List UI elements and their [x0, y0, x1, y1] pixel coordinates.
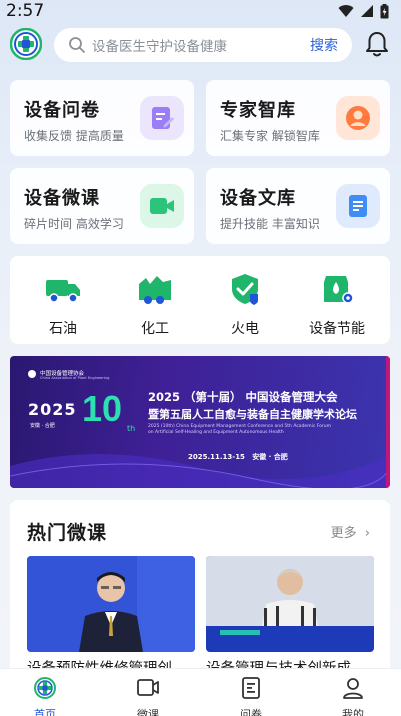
- card-title: 专家智库: [220, 100, 296, 121]
- card-questionnaire[interactable]: 设备问卷 收集反馈 提高质量: [10, 80, 194, 156]
- tab-questionnaire[interactable]: 问卷: [221, 677, 281, 716]
- card-title: 设备问卷: [24, 100, 100, 121]
- wifi-icon: [338, 5, 354, 18]
- course-thumbnail[interactable]: [206, 556, 374, 652]
- banner-year-mark: 2025: [28, 400, 77, 419]
- tab-label: 我的: [342, 708, 364, 716]
- category-chemical[interactable]: 化工: [120, 272, 190, 338]
- factory-icon: [139, 276, 171, 304]
- energy-gear-icon: [324, 276, 354, 304]
- questionnaire-icon: [242, 677, 260, 699]
- video-icon: [140, 184, 184, 228]
- status-time: 2:57: [6, 1, 45, 21]
- search-bar[interactable]: 设备医生守护设备健康 搜索: [54, 28, 352, 62]
- bottom-tab-bar: 首页 微课 问卷 我的: [0, 668, 401, 716]
- course-thumbnail[interactable]: [27, 556, 195, 652]
- document-icon: [336, 184, 380, 228]
- tab-home[interactable]: 首页: [15, 677, 75, 716]
- status-icons: [338, 3, 389, 19]
- banner-en-1: 2025 (10th) China Equipment Management C…: [148, 424, 331, 429]
- category-panel: 石油 化工 火电 设备节能: [10, 256, 390, 344]
- tab-profile[interactable]: 我的: [323, 677, 383, 716]
- home-icon: [34, 677, 56, 699]
- truck-icon: [46, 280, 80, 303]
- tab-label: 首页: [34, 708, 56, 716]
- more-link[interactable]: 更多 ›: [331, 522, 370, 541]
- user-icon: [343, 678, 363, 699]
- category-label: 设备节能: [309, 321, 365, 337]
- more-label: 更多: [330, 526, 357, 541]
- shield-bolt-icon: [232, 274, 258, 305]
- banner-title-2: 暨第五届人工自愈与装备自主健康学术论坛: [148, 408, 357, 421]
- card-title: 设备文库: [220, 188, 296, 209]
- expert-icon: [336, 96, 380, 140]
- banner-tenth-suffix: th: [127, 424, 136, 433]
- bell-icon[interactable]: [364, 30, 390, 58]
- category-petroleum[interactable]: 石油: [28, 272, 98, 338]
- app-logo[interactable]: [10, 28, 42, 60]
- conference-banner[interactable]: 中国设备管理协会 China Association of Plant Engi…: [10, 356, 390, 488]
- video-icon: [137, 679, 159, 696]
- questionnaire-icon: [140, 96, 184, 140]
- category-label: 石油: [49, 321, 77, 337]
- tab-label: 问卷: [240, 708, 262, 716]
- banner-date-tag: 安徽 · 合肥: [30, 423, 55, 429]
- card-subtitle: 收集反馈 提高质量: [24, 129, 124, 143]
- section-title: 热门微课: [27, 522, 108, 544]
- top-bar: 设备医生守护设备健康 搜索: [0, 26, 401, 64]
- speaker-podium: [206, 556, 374, 652]
- banner-org-en: China Association of Plant Engineering: [40, 376, 110, 380]
- card-library[interactable]: 设备文库 提升技能 丰富知识: [206, 168, 390, 244]
- card-microcourse[interactable]: 设备微课 碎片时间 高效学习: [10, 168, 194, 244]
- tab-microcourse[interactable]: 微课: [118, 677, 178, 716]
- tab-label: 微课: [137, 708, 159, 716]
- card-subtitle: 碎片时间 高效学习: [24, 217, 124, 231]
- category-thermal-power[interactable]: 火电: [210, 272, 280, 338]
- search-button[interactable]: 搜索: [310, 35, 338, 55]
- battery-icon: [380, 3, 389, 18]
- signal-icon: [361, 5, 373, 17]
- card-title: 设备微课: [24, 188, 100, 209]
- status-bar: 2:57: [0, 0, 401, 22]
- card-subtitle: 提升技能 丰富知识: [220, 217, 320, 231]
- banner-en-2: on Artificial Self-Healing and Equipment…: [148, 430, 284, 435]
- search-icon: [69, 37, 85, 53]
- speaker-portrait: [27, 556, 195, 652]
- banner-tenth: 10: [82, 388, 123, 429]
- chevron-right-icon: ›: [364, 526, 370, 541]
- category-energy-saving[interactable]: 设备节能: [302, 272, 372, 338]
- card-expert[interactable]: 专家智库 汇集专家 解锁智库: [206, 80, 390, 156]
- category-label: 火电: [231, 321, 259, 337]
- category-label: 化工: [141, 321, 169, 337]
- card-subtitle: 汇集专家 解锁智库: [220, 129, 320, 143]
- banner-title-1: 2025 （第十届） 中国设备管理大会: [148, 390, 338, 404]
- banner-when-where: 2025.11.13-15 安徽 · 合肥: [188, 453, 288, 461]
- search-input[interactable]: 设备医生守护设备健康: [92, 35, 310, 55]
